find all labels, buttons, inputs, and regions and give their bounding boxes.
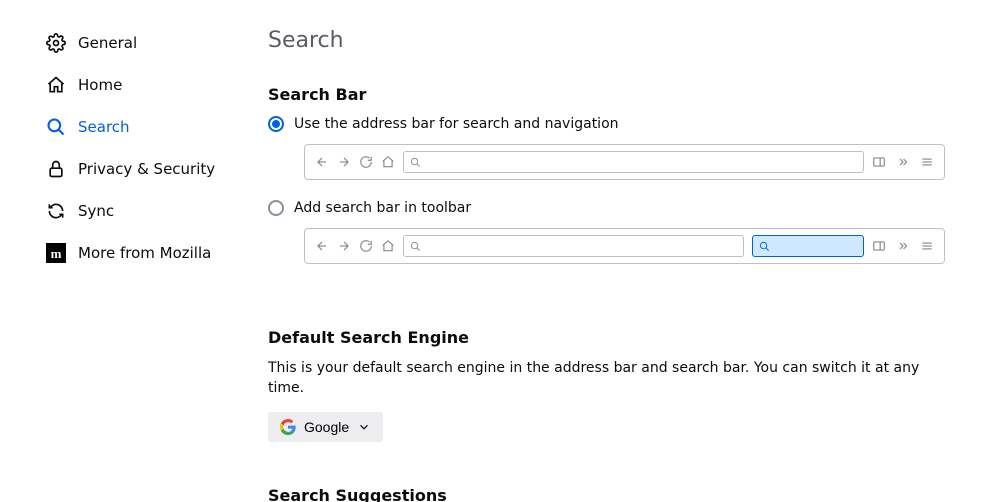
sidebar-item-label: General	[78, 34, 137, 52]
search-icon	[46, 117, 66, 137]
sync-icon	[46, 201, 66, 221]
chevron-down-icon	[357, 420, 371, 434]
toolbar-preview-searchbar	[304, 228, 945, 264]
urlbar-preview	[403, 151, 864, 173]
suggestions-heading: Search Suggestions	[268, 486, 945, 502]
back-icon	[315, 155, 329, 169]
radio-label: Add search bar in toolbar	[294, 200, 471, 216]
sidebar-item-label: More from Mozilla	[78, 244, 211, 262]
sidebar-item-privacy[interactable]: Privacy & Security	[46, 148, 239, 190]
right-icons-group	[872, 239, 934, 253]
sidebar-item-label: Sync	[78, 202, 114, 220]
search-icon	[410, 241, 421, 252]
engine-name: Google	[304, 419, 349, 435]
forward-icon	[337, 155, 351, 169]
sidebar-item-general[interactable]: General	[46, 22, 239, 64]
back-icon	[315, 239, 329, 253]
radio-label: Use the address bar for search and navig…	[294, 116, 619, 132]
page-title: Search	[268, 28, 945, 53]
google-icon	[280, 419, 296, 435]
sidebar-icon	[872, 155, 886, 169]
urlbar-preview	[403, 235, 744, 257]
nav-icons-group	[315, 239, 395, 253]
reload-icon	[359, 155, 373, 169]
gear-icon	[46, 33, 66, 53]
sidebar-item-label: Privacy & Security	[78, 160, 215, 178]
searchbar-preview	[752, 235, 864, 257]
sidebar-item-label: Home	[78, 76, 122, 94]
toolbar-preview-address	[304, 144, 945, 180]
home-icon	[381, 239, 395, 253]
lock-icon	[46, 159, 66, 179]
radio-search-toolbar[interactable]: Add search bar in toolbar	[268, 200, 945, 216]
menu-icon	[920, 155, 934, 169]
sidebar-item-home[interactable]: Home	[46, 64, 239, 106]
sidebar-icon	[872, 239, 886, 253]
radio-icon	[268, 116, 284, 132]
right-icons-group	[872, 155, 934, 169]
radio-address-bar[interactable]: Use the address bar for search and navig…	[268, 116, 945, 132]
search-icon	[410, 157, 421, 168]
default-engine-heading: Default Search Engine	[268, 328, 945, 347]
search-icon	[759, 241, 770, 252]
sidebar-item-sync[interactable]: Sync	[46, 190, 239, 232]
sidebar-item-search[interactable]: Search	[46, 106, 239, 148]
sidebar-item-mozilla[interactable]: m More from Mozilla	[46, 232, 239, 274]
reload-icon	[359, 239, 373, 253]
overflow-icon	[896, 155, 910, 169]
home-icon	[381, 155, 395, 169]
forward-icon	[337, 239, 351, 253]
menu-icon	[920, 239, 934, 253]
default-engine-dropdown[interactable]: Google	[268, 412, 383, 442]
home-icon	[46, 75, 66, 95]
settings-sidebar: General Home Search Privacy & Security S…	[0, 0, 240, 502]
default-engine-description: This is your default search engine in th…	[268, 359, 945, 398]
radio-icon	[268, 200, 284, 216]
sidebar-item-label: Search	[78, 118, 130, 136]
mozilla-icon: m	[46, 243, 66, 263]
overflow-icon	[896, 239, 910, 253]
nav-icons-group	[315, 155, 395, 169]
settings-content: Search Search Bar Use the address bar fo…	[240, 0, 987, 502]
searchbar-heading: Search Bar	[268, 85, 945, 104]
